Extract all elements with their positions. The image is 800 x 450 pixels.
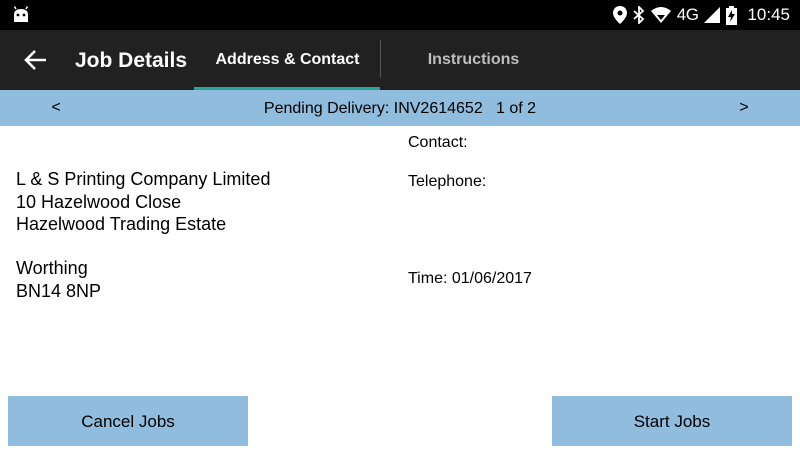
- tab-address-contact[interactable]: Address & Contact: [195, 30, 380, 90]
- next-job-button[interactable]: >: [732, 90, 756, 126]
- previous-job-button[interactable]: <: [44, 90, 68, 126]
- location-icon: [612, 6, 627, 24]
- page-title: Job Details: [75, 49, 188, 72]
- bluetooth-icon: [633, 6, 645, 24]
- cancel-jobs-button[interactable]: Cancel Jobs: [8, 396, 248, 446]
- battery-charging-icon: [726, 5, 738, 25]
- address-postcode: BN14 8NP: [16, 280, 102, 301]
- address-contact-panel: L & S Printing Company Limited 10 Hazelw…: [0, 126, 800, 394]
- address-line-2: Hazelwood Trading Estate: [16, 214, 227, 234]
- tab-divider: [380, 40, 381, 78]
- job-navigator: < Pending Delivery: INV2614652 1 of 2 >: [0, 90, 800, 126]
- network-type-label: 4G: [676, 5, 699, 24]
- address-city: Worthing: [16, 258, 88, 278]
- tab-instructions[interactable]: Instructions: [382, 30, 565, 90]
- status-icons: 4G 10:45: [612, 0, 790, 30]
- pending-delivery-label: Pending Delivery: INV2614652 1 of 2: [263, 100, 537, 117]
- telephone-label: Telephone:: [408, 173, 487, 190]
- clock: 10:45: [747, 5, 790, 24]
- address-line-1: 10 Hazelwood Close: [16, 191, 182, 212]
- wifi-icon: [650, 7, 671, 23]
- android-icon: [13, 6, 29, 22]
- app-bar: Job Details Address & Contact Instructio…: [0, 30, 800, 90]
- signal-icon: [704, 7, 721, 23]
- company-name: L & S Printing Company Limited: [16, 169, 271, 189]
- status-bar: 4G 10:45: [0, 0, 800, 30]
- city-postcode-block: Worthing BN14 8NP: [16, 257, 101, 302]
- arrow-back-icon[interactable]: [22, 46, 50, 74]
- start-jobs-button[interactable]: Start Jobs: [552, 396, 792, 446]
- contact-label: Contact:: [408, 134, 468, 151]
- address-block: L & S Printing Company Limited 10 Hazelw…: [16, 168, 270, 236]
- delivery-time: Time: 01/06/2017: [408, 270, 532, 287]
